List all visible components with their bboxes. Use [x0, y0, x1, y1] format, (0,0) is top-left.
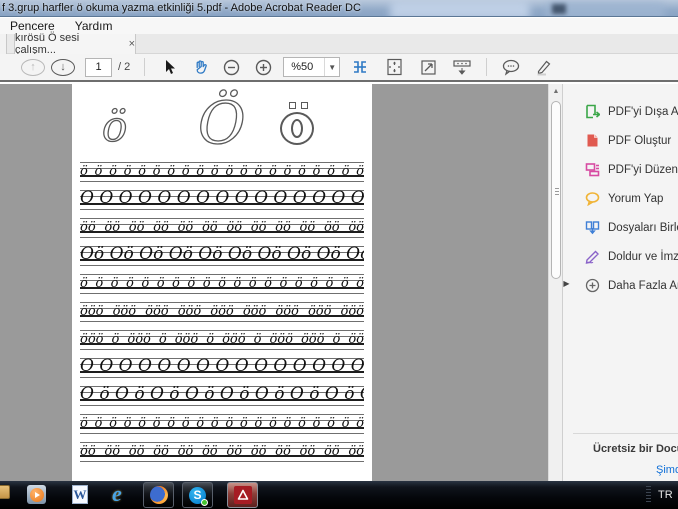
practice-row: ö ö ö ö ö ö ö ö ö ö ö ö ö ö ö ö ö ö ö ö	[80, 162, 364, 182]
panel-divider	[573, 433, 678, 434]
tool-label: PDF'yi Dışa Akta	[608, 106, 678, 118]
acrobat-icon[interactable]	[227, 482, 258, 508]
practice-letters: öö öö öö öö öö öö öö öö öö öö öö öö	[80, 445, 364, 458]
tool-comment[interactable]: Yorum Yap	[563, 184, 678, 213]
practice-letters: ööö ööö ööö ööö ööö ööö ööö ööö ööö	[80, 305, 364, 318]
practice-letters: Öö Öö Öö Öö Öö Öö Öö Öö Öö Öö Ö	[80, 246, 364, 263]
comment-tool-icon[interactable]	[499, 55, 523, 79]
practice-row: Ö ö Ö ö Ö ö Ö ö Ö ö Ö ö Ö ö Ö ö Ö ö	[80, 386, 364, 406]
word-icon[interactable]: W	[72, 485, 88, 504]
tool-label: Yorum Yap	[608, 193, 663, 205]
tools-list: PDF'yi Dışa Akta PDF Oluştur PDF'yi Düze…	[563, 97, 678, 300]
practice-letters: ööö ö ööö ö ööö ö ööö ö ööö ööö ö öö	[80, 333, 364, 346]
fill-sign-icon	[585, 249, 600, 264]
export-pdf-icon	[585, 104, 600, 119]
title-bar: f 3.grup harfler ö okuma yazma etkinliği…	[0, 0, 678, 17]
scrollbar-thumb[interactable]	[551, 101, 561, 279]
window-title: f 3.grup harfler ö okuma yazma etkinliği…	[2, 2, 361, 14]
page-number-input[interactable]	[85, 58, 112, 77]
tool-edit-pdf[interactable]: PDF'yi Düzenle	[563, 155, 678, 184]
practice-row: ööö ö ööö ö ööö ö ööö ö ööö ööö ö öö	[80, 330, 364, 350]
firefox-icon[interactable]	[143, 482, 174, 508]
page-count-label: / 2	[118, 61, 130, 73]
comment-bubble-icon	[585, 191, 600, 206]
tool-fill-sign[interactable]: Doldur ve İmzal	[563, 242, 678, 271]
practice-row: öö öö öö öö öö öö öö öö öö öö öö öö	[80, 442, 364, 462]
practice-letters: Ö Ö Ö Ö Ö Ö Ö Ö Ö Ö Ö Ö Ö Ö Ö Ö Ö	[80, 358, 364, 375]
practice-row: Ö Ö Ö Ö Ö Ö Ö Ö Ö Ö Ö Ö Ö Ö Ö Ö Ö	[80, 190, 364, 210]
practice-letters: ö ö ö ö ö ö ö ö ö ö ö ö ö ö ö ö ö ö ö	[80, 277, 364, 290]
folder-icon[interactable]	[0, 485, 10, 499]
fit-width-icon[interactable]	[416, 55, 440, 79]
select-tool-icon[interactable]	[157, 55, 181, 79]
media-player-icon[interactable]	[27, 485, 46, 504]
chevron-down-icon: ▼	[324, 58, 339, 76]
tool-label: PDF Oluştur	[608, 135, 671, 147]
tool-create-pdf[interactable]: PDF Oluştur	[563, 126, 678, 155]
big-cursive-lowercase-o-umlaut: ö	[102, 106, 127, 148]
practice-letters: Ö Ö Ö Ö Ö Ö Ö Ö Ö Ö Ö Ö Ö Ö Ö Ö Ö	[80, 190, 364, 207]
practice-letters: ö ö ö ö ö ö ö ö ö ö ö ö ö ö ö ö ö ö ö ö	[80, 165, 364, 178]
scroll-up-icon[interactable]: ▲	[549, 84, 563, 99]
zoom-out-icon[interactable]	[219, 55, 243, 79]
tool-label: Doldur ve İmzal	[608, 251, 678, 263]
practice-row: ö ö ö ö ö ö ö ö ö ö ö ö ö ö ö ö ö ö ö ö	[80, 414, 364, 434]
next-page-icon[interactable]: ↓	[51, 59, 75, 76]
tab-close-icon[interactable]: ×	[129, 39, 135, 50]
combine-files-icon	[585, 220, 600, 235]
practice-row: ö ö ö ö ö ö ö ö ö ö ö ö ö ö ö ö ö ö ö	[80, 274, 364, 294]
worksheet-header-letters: ö Ö	[80, 88, 364, 162]
big-print-o-umlaut	[280, 102, 316, 148]
tool-label: PDF'yi Düzenle	[608, 164, 678, 176]
practice-letters: ö ö ö ö ö ö ö ö ö ö ö ö ö ö ö ö ö ö ö ö	[80, 417, 364, 430]
aero-blur-shape	[552, 4, 566, 14]
highlighter-tool-icon[interactable]	[531, 55, 555, 79]
tool-more-tools[interactable]: Daha Fazla Araç	[563, 271, 678, 300]
document-tab[interactable]: kırösü Ö sesi çalışm... ×	[14, 34, 136, 54]
promo-text: Ücretsiz bir Documen	[593, 443, 678, 455]
skype-icon[interactable]: S	[182, 482, 213, 508]
zoom-in-icon[interactable]	[251, 55, 275, 79]
main-toolbar: ↑ ↓ / 2 %50 ▼	[0, 54, 678, 82]
taskbar-grip	[646, 486, 651, 504]
windows-taskbar: W e S TR	[0, 481, 678, 509]
create-pdf-icon	[585, 133, 600, 148]
practice-row: öö öö öö öö öö öö öö öö öö öö öö öö	[80, 218, 364, 238]
practice-letters: öö öö öö öö öö öö öö öö öö öö öö öö	[80, 221, 364, 234]
big-cursive-uppercase-o-umlaut: Ö	[198, 94, 246, 152]
internet-explorer-icon[interactable]: e	[112, 484, 122, 503]
practice-letters: Ö ö Ö ö Ö ö Ö ö Ö ö Ö ö Ö ö Ö ö Ö ö	[80, 386, 364, 403]
previous-page-icon[interactable]: ↑	[21, 59, 45, 76]
language-indicator[interactable]: TR	[658, 489, 673, 501]
zoom-level-value: %50	[284, 61, 324, 73]
pdf-page[interactable]: ö Ö ö ö ö ö ö ö ö ö ö ö ö ö ö ö ö ö ö ö …	[72, 84, 372, 481]
hide-toolbar-icon[interactable]	[450, 55, 474, 79]
hand-tool-icon[interactable]	[189, 55, 213, 79]
tool-label: Dosyaları Birleş	[608, 222, 678, 234]
practice-row: Ö Ö Ö Ö Ö Ö Ö Ö Ö Ö Ö Ö Ö Ö Ö Ö Ö	[80, 358, 364, 378]
aero-blur-shape	[390, 2, 530, 17]
tab-bar: kırösü Ö sesi çalışm... ×	[0, 34, 678, 54]
tab-partial-left[interactable]	[0, 34, 7, 54]
scrollbar-grip	[555, 188, 559, 195]
fit-page-icon[interactable]	[382, 55, 406, 79]
document-scrollbar[interactable]: ▲	[548, 84, 562, 481]
practice-row: ööö ööö ööö ööö ööö ööö ööö ööö ööö	[80, 302, 364, 322]
promo-link[interactable]: Şimdi	[656, 464, 678, 476]
document-pane: ö Ö ö ö ö ö ö ö ö ö ö ö ö ö ö ö ö ö ö ö …	[0, 84, 548, 481]
toolbar-separator	[144, 58, 145, 76]
practice-row: Öö Öö Öö Öö Öö Öö Öö Öö Öö Öö Ö	[80, 246, 364, 266]
content-area: ö Ö ö ö ö ö ö ö ö ö ö ö ö ö ö ö ö ö ö ö …	[0, 84, 678, 481]
toolbar-separator	[486, 58, 487, 76]
more-tools-icon	[585, 278, 600, 293]
tab-label: kırösü Ö sesi çalışm...	[15, 32, 122, 56]
tool-combine-files[interactable]: Dosyaları Birleş	[563, 213, 678, 242]
tools-panel: ▶ PDF'yi Dışa Akta PDF Oluştur PDF'yi Dü…	[562, 84, 678, 481]
edit-pdf-icon	[585, 162, 600, 177]
zoom-level-dropdown[interactable]: %50 ▼	[283, 57, 340, 77]
tool-export-pdf[interactable]: PDF'yi Dışa Akta	[563, 97, 678, 126]
tool-label: Daha Fazla Araç	[608, 280, 678, 292]
scrolling-mode-icon[interactable]	[348, 55, 372, 79]
